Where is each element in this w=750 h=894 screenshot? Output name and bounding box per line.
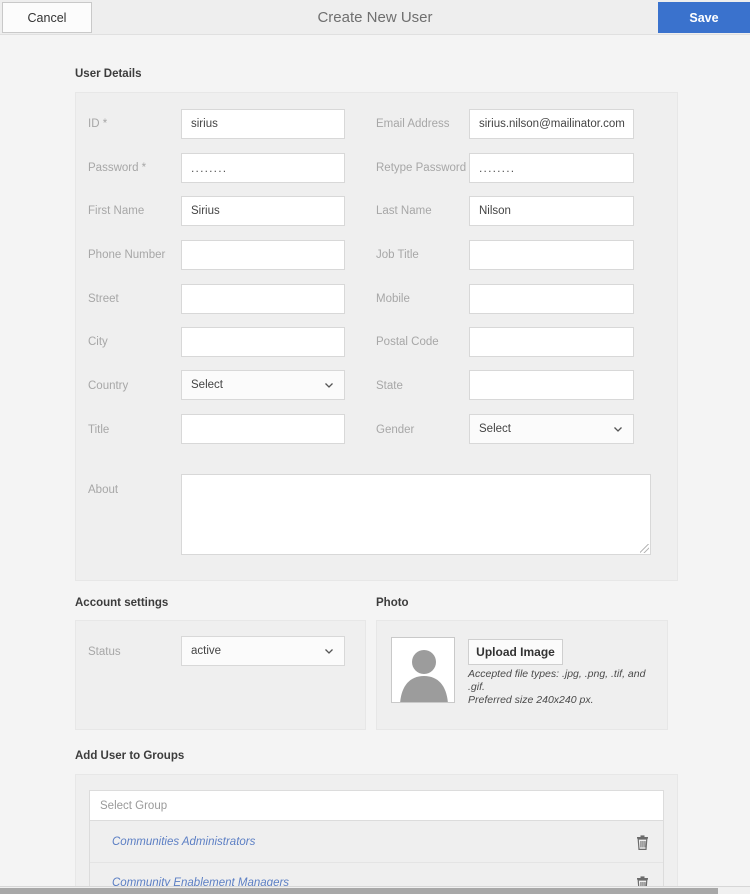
select-country[interactable]: Select bbox=[181, 370, 345, 400]
label-retype-password: Retype Password * bbox=[376, 162, 474, 174]
resize-handle-icon[interactable] bbox=[640, 544, 649, 553]
input-id[interactable]: sirius bbox=[181, 109, 345, 139]
cancel-button[interactable]: Cancel bbox=[2, 2, 92, 33]
input-retype-password[interactable]: ........ bbox=[469, 153, 634, 183]
user-details-section-label: User Details bbox=[75, 68, 142, 80]
label-last-name: Last Name bbox=[376, 205, 432, 217]
input-title[interactable] bbox=[181, 414, 345, 444]
input-postal-code[interactable] bbox=[469, 327, 634, 357]
input-job-title[interactable] bbox=[469, 240, 634, 270]
input-city[interactable] bbox=[181, 327, 345, 357]
label-about: About bbox=[88, 484, 119, 496]
upload-image-button[interactable]: Upload Image bbox=[468, 639, 563, 665]
label-street: Street bbox=[88, 293, 119, 305]
input-email[interactable]: sirius.nilson@mailinator.com bbox=[469, 109, 634, 139]
label-title: Title bbox=[88, 424, 110, 436]
groups-list: Select Group Communities Administrators … bbox=[89, 790, 664, 894]
select-status[interactable]: active bbox=[181, 636, 345, 666]
save-button[interactable]: Save bbox=[658, 2, 750, 33]
input-street[interactable] bbox=[181, 284, 345, 314]
photo-section-label: Photo bbox=[376, 597, 409, 609]
label-first-name: First Name bbox=[88, 205, 145, 217]
trash-icon[interactable] bbox=[636, 834, 649, 850]
label-gender: Gender bbox=[376, 424, 415, 436]
label-password: Password * bbox=[88, 162, 147, 174]
table-row[interactable]: Communities Administrators bbox=[90, 822, 663, 863]
select-country-value: Select bbox=[191, 379, 223, 391]
photo-requirements-note: Accepted file types: .jpg, .png, .tif, a… bbox=[468, 668, 646, 706]
page-title: Create New User bbox=[317, 9, 433, 26]
label-country: Country bbox=[88, 380, 129, 392]
label-id: ID * bbox=[88, 118, 108, 130]
label-city: City bbox=[88, 336, 108, 348]
input-state[interactable] bbox=[469, 370, 634, 400]
chevron-down-icon bbox=[614, 427, 622, 432]
input-about[interactable] bbox=[181, 474, 651, 555]
input-password[interactable]: ........ bbox=[181, 153, 345, 183]
group-search-input[interactable]: Select Group bbox=[90, 791, 663, 821]
chevron-down-icon bbox=[325, 383, 333, 388]
select-status-value: active bbox=[191, 645, 222, 657]
top-toolbar: Create New User Cancel Save bbox=[0, 0, 750, 35]
user-silhouette-icon bbox=[392, 638, 454, 702]
groups-section-label: Add User to Groups bbox=[75, 750, 185, 762]
label-job-title: Job Title bbox=[376, 249, 419, 261]
label-email: Email Address bbox=[376, 118, 450, 130]
input-last-name[interactable]: Nilson bbox=[469, 196, 634, 226]
group-link[interactable]: Communities Administrators bbox=[112, 836, 255, 848]
select-gender[interactable]: Select bbox=[469, 414, 634, 444]
label-mobile: Mobile bbox=[376, 293, 410, 305]
avatar bbox=[391, 637, 455, 703]
label-postal-code: Postal Code bbox=[376, 336, 439, 348]
input-phone-number[interactable] bbox=[181, 240, 345, 270]
account-settings-section-label: Account settings bbox=[75, 597, 169, 609]
chevron-down-icon bbox=[325, 649, 333, 654]
label-phone-number: Phone Number bbox=[88, 249, 166, 261]
scrollbar-thumb[interactable] bbox=[0, 888, 718, 894]
input-first-name[interactable]: Sirius bbox=[181, 196, 345, 226]
label-state: State bbox=[376, 380, 403, 392]
horizontal-scrollbar[interactable] bbox=[0, 886, 750, 894]
select-gender-value: Select bbox=[479, 423, 511, 435]
input-mobile[interactable] bbox=[469, 284, 634, 314]
label-status: Status bbox=[88, 646, 121, 658]
